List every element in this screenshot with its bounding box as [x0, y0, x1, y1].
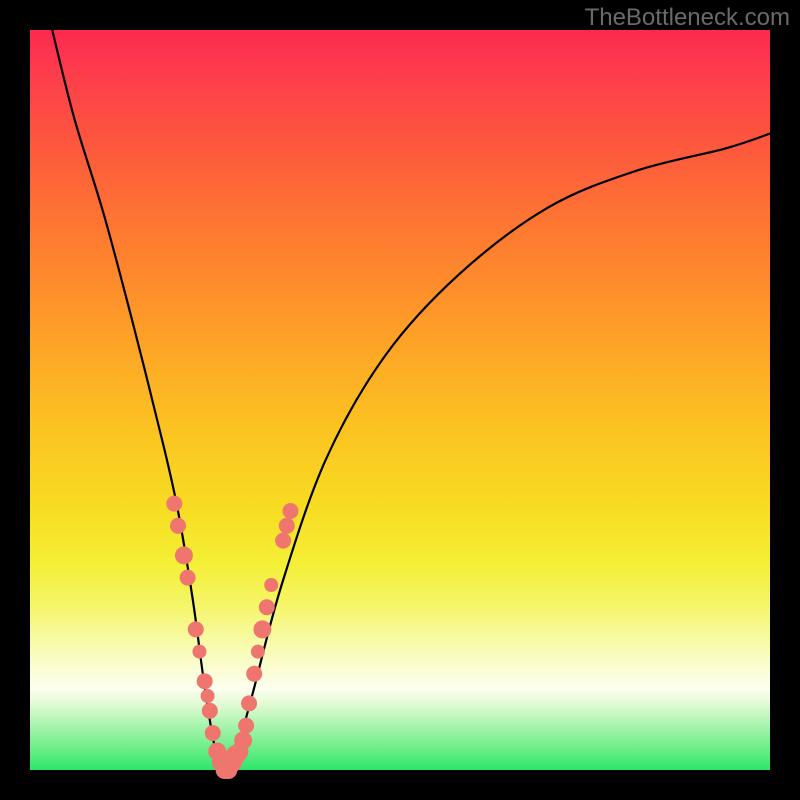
data-marker: [197, 673, 213, 689]
data-marker: [264, 578, 278, 592]
chart-svg: [30, 30, 770, 770]
data-marker: [202, 703, 218, 719]
data-marker: [201, 689, 215, 703]
data-marker: [251, 645, 265, 659]
data-marker: [241, 695, 257, 711]
data-marker: [238, 718, 254, 734]
data-marker: [170, 518, 186, 534]
plot-area: [30, 30, 770, 770]
watermark-text: TheBottleneck.com: [585, 4, 790, 32]
marker-cluster: [166, 496, 298, 779]
bottleneck-curve: [52, 30, 770, 770]
data-marker: [205, 725, 221, 741]
data-marker: [192, 645, 206, 659]
data-marker: [279, 518, 295, 534]
data-marker: [253, 620, 271, 638]
data-marker: [166, 496, 182, 512]
data-marker: [246, 666, 262, 682]
data-marker: [180, 570, 196, 586]
data-marker: [282, 503, 298, 519]
data-marker: [275, 533, 291, 549]
data-marker: [188, 621, 204, 637]
data-marker: [259, 599, 275, 615]
data-marker: [234, 731, 252, 749]
data-marker: [175, 546, 193, 564]
